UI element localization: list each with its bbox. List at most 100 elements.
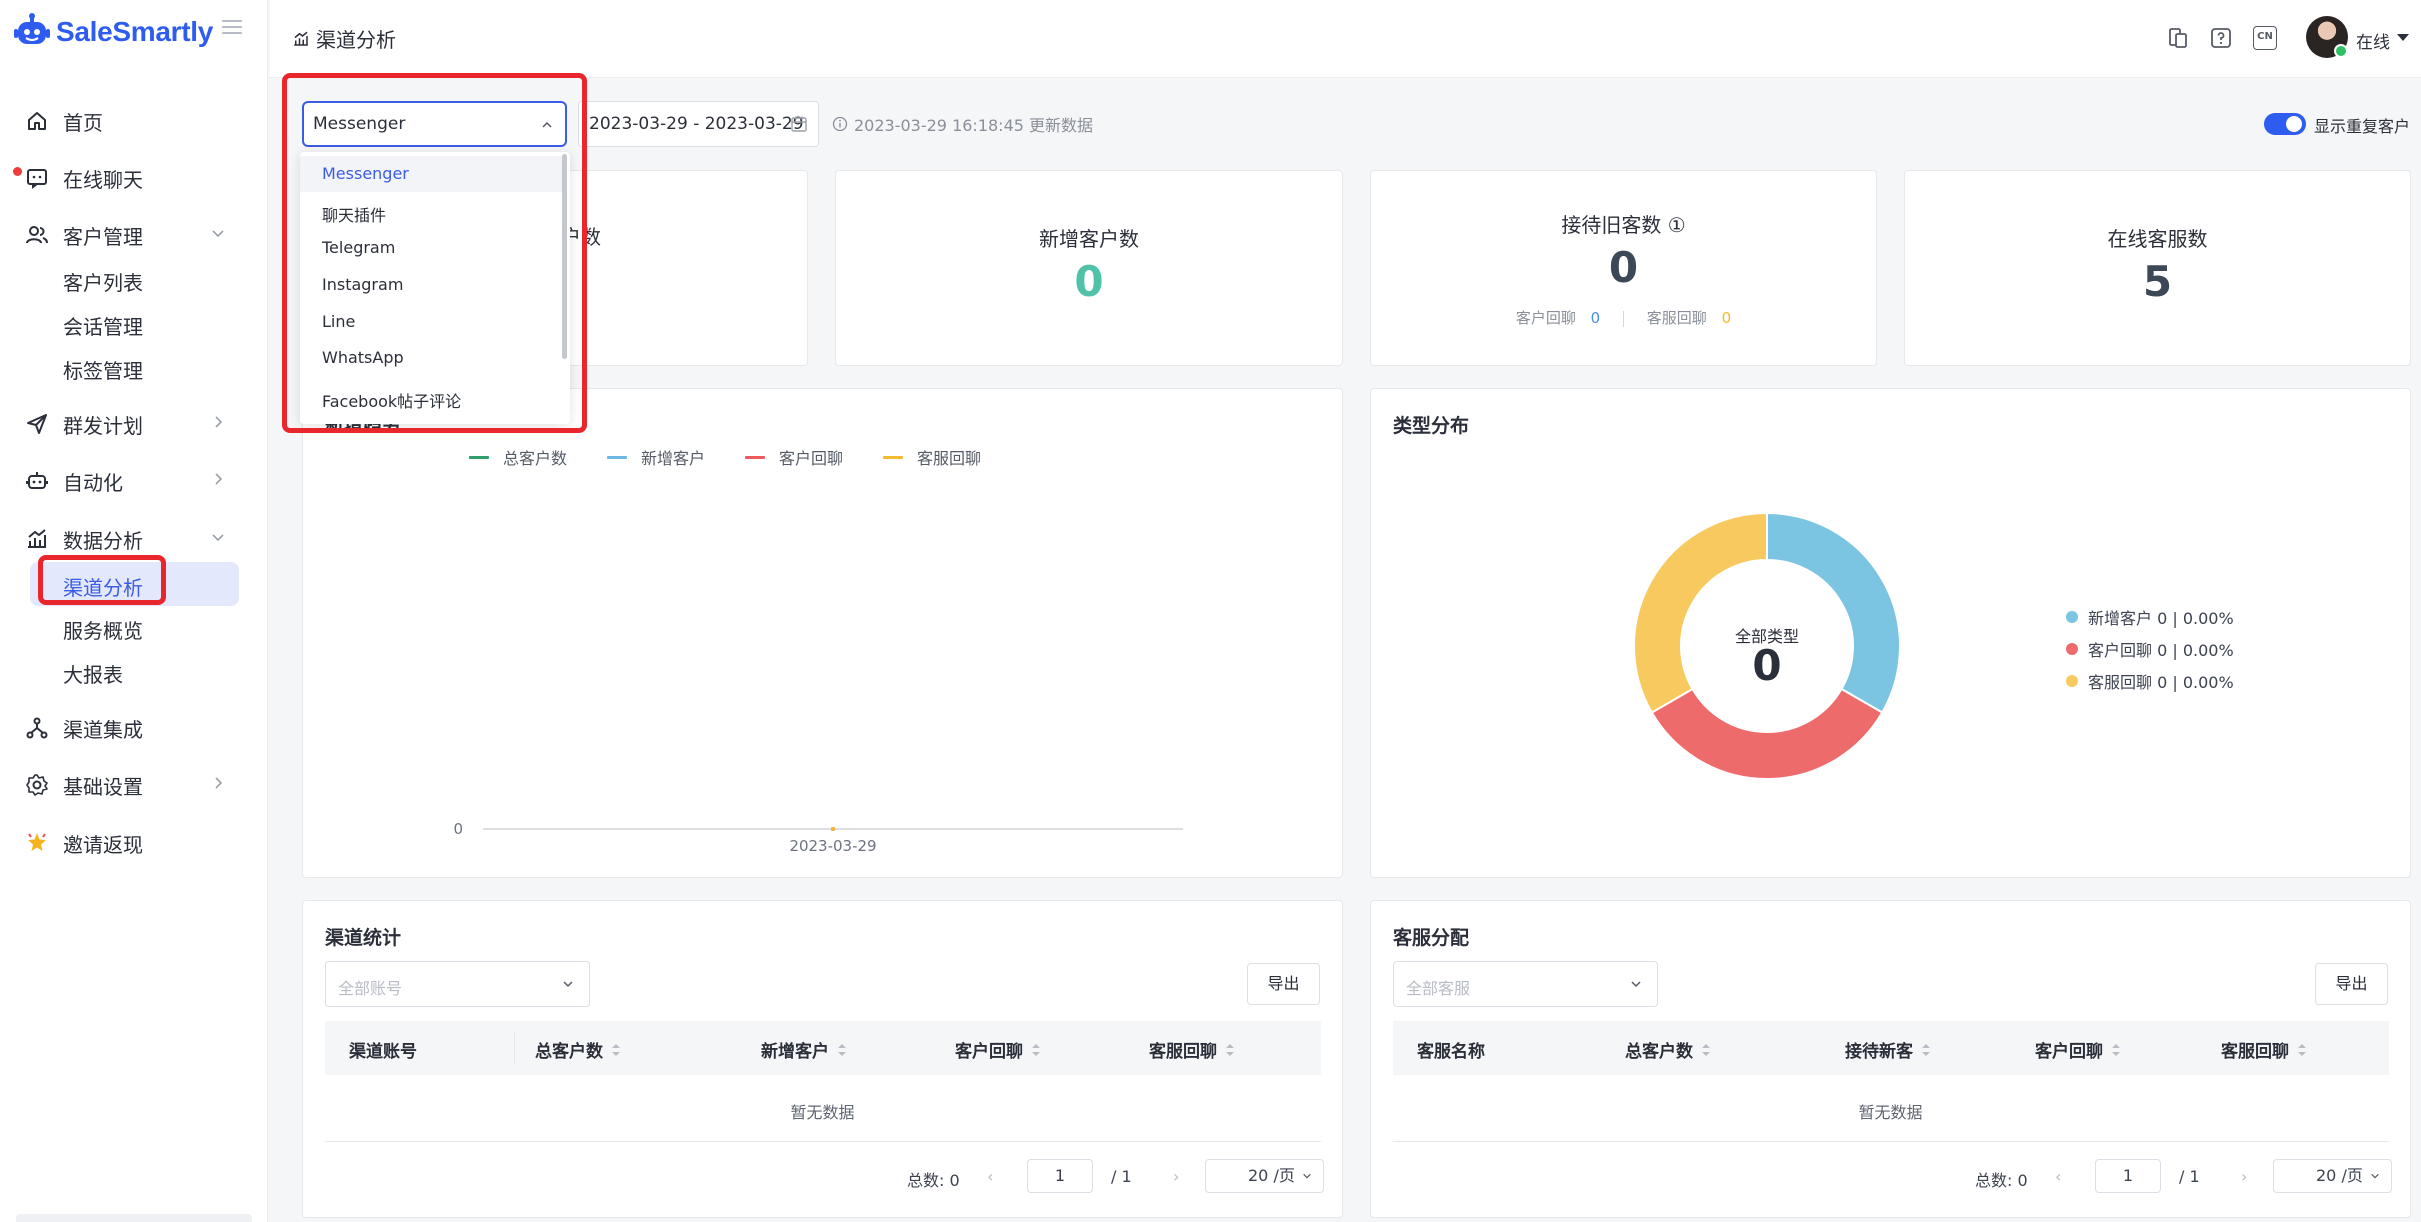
sidebar-item-automation[interactable]: 自动化 <box>0 457 268 503</box>
dropdown-option[interactable]: WhatsApp <box>300 340 562 376</box>
sidebar-item-customers[interactable]: 客户管理 <box>0 211 268 257</box>
sidebar-sub-tags[interactable]: 标签管理 <box>0 347 268 387</box>
sort-icon[interactable] <box>1701 1043 1711 1057</box>
sidebar-sub-service-overview[interactable]: 服务概览 <box>0 607 268 647</box>
table-header: 客服名称 总客户数 接待新客 客户回聊 客服回聊 <box>1393 1021 2389 1075</box>
sidebar-item-chat[interactable]: 在线聊天 <box>0 154 268 200</box>
select-placeholder: 全部账号 <box>338 979 403 998</box>
chart-trend-icon <box>294 31 308 46</box>
sidebar-item-label: 在线聊天 <box>63 168 143 192</box>
column-header[interactable]: 接待新客 <box>1845 1037 1931 1062</box>
column-header[interactable]: 客服回聊 <box>1149 1037 1235 1062</box>
chevron-down-icon <box>212 534 224 542</box>
logo[interactable]: SaleSmartly <box>12 12 213 52</box>
agent-filter-select[interactable]: 全部客服 <box>1393 961 1658 1007</box>
sort-icon[interactable] <box>2111 1043 2121 1057</box>
dropdown-option[interactable]: Line <box>300 304 562 340</box>
select-placeholder: 全部客服 <box>1406 979 1471 998</box>
customer-reply-label: 客户回聊 <box>1515 309 1576 327</box>
sidebar-sub-conversations[interactable]: 会话管理 <box>0 303 268 343</box>
column-header[interactable]: 客服回聊 <box>2221 1037 2307 1062</box>
donut-legend: 新增客户 0 | 0.00% 客户回聊 0 | 0.00% 客服回聊 0 | 0… <box>2066 601 2234 697</box>
column-header[interactable]: 总客户数 <box>535 1037 621 1062</box>
sidebar-item-analytics[interactable]: 数据分析 <box>0 515 268 561</box>
sidebar-item-home[interactable]: 首页 <box>0 97 268 143</box>
donut-legend-item[interactable]: 客服回聊 0 | 0.00% <box>2066 665 2234 697</box>
star-burst-icon <box>28 833 46 851</box>
caret-down-icon[interactable] <box>2397 34 2409 41</box>
send-icon <box>27 414 47 434</box>
sort-icon[interactable] <box>611 1043 621 1057</box>
sidebar-sub-big-report[interactable]: 大报表 <box>0 651 268 691</box>
x-tick-label: 2023-03-29 <box>789 837 876 855</box>
account-filter-select[interactable]: 全部账号 <box>325 961 590 1007</box>
page-input[interactable]: 1 <box>1027 1159 1093 1193</box>
sidebar-sub-label: 客户列表 <box>63 271 143 295</box>
menu-collapse-icon[interactable] <box>222 20 242 38</box>
online-status-label[interactable]: 在线 <box>2356 28 2390 53</box>
help-icon[interactable] <box>2209 26 2233 50</box>
column-header[interactable]: 新增客户 <box>761 1037 847 1062</box>
sidebar-item-settings[interactable]: 基础设置 <box>0 761 268 807</box>
date-range-picker[interactable]: 2023-03-29 - 2023-03-29 <box>578 101 819 147</box>
legend-label: 客服回聊 0 | 0.00% <box>2088 673 2234 692</box>
dropdown-option[interactable]: Instagram <box>300 267 562 303</box>
export-button[interactable]: 导出 <box>1247 963 1320 1005</box>
channel-stats-panel: 渠道统计 全部账号 导出 渠道账号 总客户数 新增客户 客户回聊 客服回聊 暂无… <box>302 900 1343 1218</box>
next-page-icon[interactable]: › <box>1173 1167 1179 1186</box>
chevron-down-icon <box>1303 1173 1311 1179</box>
dropdown-option[interactable]: Telegram <box>300 230 562 266</box>
divider <box>1623 310 1624 327</box>
show-repeat-customers-toggle[interactable] <box>2264 113 2306 135</box>
page-input[interactable]: 1 <box>2095 1159 2161 1193</box>
sort-icon[interactable] <box>1031 1043 1041 1057</box>
sidebar-item-integrations[interactable]: 渠道集成 <box>0 704 268 750</box>
sidebar-item-label: 客户管理 <box>63 225 143 249</box>
dropdown-option[interactable]: Facebook帖子评论 <box>300 380 562 416</box>
sidebar-item-broadcast[interactable]: 群发计划 <box>0 400 268 446</box>
documents-icon[interactable] <box>2166 26 2190 50</box>
dropdown-option[interactable]: 聊天插件 <box>300 194 562 230</box>
sort-icon[interactable] <box>837 1043 847 1057</box>
dropdown-option[interactable]: Messenger <box>300 156 562 192</box>
sort-icon[interactable] <box>1225 1043 1235 1057</box>
prev-page-icon[interactable]: ‹ <box>987 1167 993 1186</box>
online-status-dot <box>2334 44 2348 58</box>
column-header[interactable]: 客户回聊 <box>2035 1037 2121 1062</box>
channel-select[interactable]: Messenger <box>302 101 567 147</box>
page-size-select[interactable]: 20 /页 <box>2273 1159 2392 1193</box>
pagination: 总数: 0 ‹ 1 / 1 › 20 /页 <box>1975 1159 2395 1193</box>
sidebar-sub-channel-analysis[interactable]: 渠道分析 <box>30 562 239 606</box>
language-icon[interactable]: CN <box>2253 26 2277 50</box>
brand-name: SaleSmartly <box>56 16 214 47</box>
stat-card-old-customers: 接待旧客数 ① 0 客户回聊 0 客服回聊 0 <box>1370 170 1877 366</box>
donut-legend-item[interactable]: 客户回聊 0 | 0.00% <box>2066 633 2234 665</box>
stat-title: 在线客服数 <box>2107 227 2208 251</box>
sidebar-sub-customer-list[interactable]: 客户列表 <box>0 259 268 299</box>
column-header[interactable]: 客户回聊 <box>955 1037 1041 1062</box>
top-header: 渠道分析 <box>270 0 2421 78</box>
chevron-right-icon <box>215 416 223 428</box>
sidebar-item-label: 数据分析 <box>63 529 143 553</box>
empty-state: 暂无数据 <box>790 1103 855 1122</box>
donut-slice[interactable] <box>1650 687 1884 780</box>
prev-page-icon[interactable]: ‹ <box>2055 1167 2061 1186</box>
sort-icon[interactable] <box>2297 1043 2307 1057</box>
agent-reply-label: 客服回聊 <box>1646 309 1707 327</box>
chevron-up-icon <box>542 121 552 128</box>
series-point[interactable] <box>831 827 835 831</box>
column-header[interactable]: 总客户数 <box>1625 1037 1711 1062</box>
export-button[interactable]: 导出 <box>2315 963 2388 1005</box>
next-page-icon[interactable]: › <box>2241 1167 2247 1186</box>
trend-chart: 0 2023-03-29 <box>453 820 1183 855</box>
sidebar-item-referral[interactable]: 邀请返现 <box>0 819 268 865</box>
sidebar-item-label: 群发计划 <box>63 414 143 438</box>
sort-icon[interactable] <box>1921 1043 1931 1057</box>
page-size-select[interactable]: 20 /页 <box>1205 1159 1324 1193</box>
dropdown-scrollbar[interactable] <box>562 154 567 359</box>
sidebar-sub-label: 标签管理 <box>63 359 143 383</box>
stat-title[interactable]: 接待旧客数 ① <box>1371 209 1876 238</box>
chevron-down-icon <box>1631 981 1641 988</box>
chart-trend-icon <box>28 529 46 548</box>
donut-legend-item[interactable]: 新增客户 0 | 0.00% <box>2066 601 2234 633</box>
